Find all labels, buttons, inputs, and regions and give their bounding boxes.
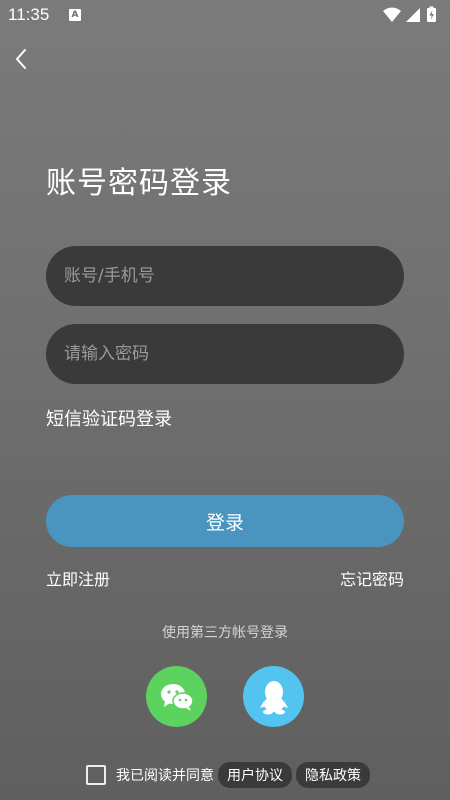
privacy-policy-link[interactable]: 隐私政策 [296, 762, 370, 788]
chevron-left-icon [16, 49, 26, 69]
account-input[interactable] [62, 265, 388, 287]
battery-icon [427, 6, 436, 22]
qq-login-button[interactable] [243, 666, 304, 727]
back-button[interactable] [8, 44, 36, 74]
status-indicator-icon: A [69, 9, 81, 21]
agreement-row: 我已阅读并同意 用户协议 隐私政策 [86, 762, 370, 788]
status-time: 11:35 [8, 5, 50, 24]
register-link[interactable]: 立即注册 [46, 566, 110, 590]
login-button[interactable]: 登录 [46, 495, 404, 547]
qq-icon [259, 680, 288, 714]
signal-icon [406, 8, 420, 22]
status-bar: 11:35 A [0, 0, 450, 32]
third-party-caption: 使用第三方帐号登录 [162, 625, 288, 641]
agreement-checkbox[interactable] [86, 765, 106, 785]
wifi-icon [383, 7, 401, 22]
forgot-password-link[interactable]: 忘记密码 [340, 566, 404, 590]
password-field[interactable] [46, 324, 404, 384]
account-field[interactable] [46, 246, 404, 306]
wechat-login-button[interactable] [146, 666, 207, 727]
page-title: 账号密码登录 [46, 166, 232, 201]
sms-login-link[interactable]: 短信验证码登录 [46, 405, 172, 431]
password-input[interactable] [62, 343, 388, 365]
user-agreement-link[interactable]: 用户协议 [218, 762, 292, 788]
status-icons [382, 6, 442, 24]
agreement-text: 我已阅读并同意 [116, 768, 214, 784]
wechat-icon [160, 683, 194, 711]
